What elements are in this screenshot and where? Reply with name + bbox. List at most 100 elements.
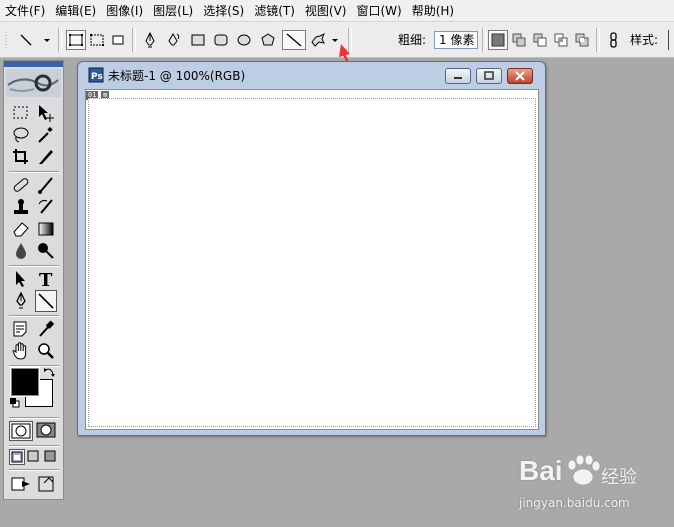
swap-colors-icon[interactable] (43, 366, 55, 378)
document-canvas-area[interactable]: 01 ⊠ (85, 89, 539, 430)
custom-shape-icon[interactable] (308, 30, 328, 50)
photoshop-document-icon: Ps (88, 67, 104, 83)
eraser-tool-icon[interactable] (10, 218, 32, 240)
freeform-pen-icon[interactable] (164, 30, 184, 50)
dodge-tool-icon[interactable] (35, 240, 57, 262)
standard-screen-mode-icon[interactable] (9, 449, 25, 465)
line-shape-icon[interactable] (282, 30, 306, 50)
menu-select[interactable]: 选择(S) (198, 1, 249, 21)
create-new-shape-area-icon[interactable] (488, 30, 508, 50)
menu-help[interactable]: 帮助(H) (407, 1, 459, 21)
close-icon (515, 71, 525, 81)
menu-image[interactable]: 图像(I) (101, 1, 148, 21)
shape-layers-icon[interactable] (66, 30, 86, 50)
move-tool-icon[interactable] (35, 102, 57, 124)
tool-preset-line-icon[interactable] (16, 30, 36, 50)
menu-bar: 文件(F) 编辑(E) 图像(I) 图层(L) 选择(S) 滤镜(T) 视图(V… (0, 0, 674, 22)
gradient-tool-icon[interactable] (35, 218, 57, 240)
app-logo-icon[interactable] (6, 69, 61, 97)
svg-text:T: T (39, 270, 53, 290)
intersect-shape-area-icon[interactable] (551, 30, 571, 50)
jump-to-imageready-icon[interactable] (10, 473, 34, 495)
add-shape-area-icon[interactable] (509, 30, 529, 50)
options-separator (482, 28, 486, 52)
menu-layer[interactable]: 图层(L) (148, 1, 198, 21)
link-chain-icon[interactable] (604, 30, 624, 50)
history-brush-icon[interactable] (35, 196, 57, 218)
crop-tool-icon[interactable] (10, 146, 32, 168)
baidu-paw-icon (567, 455, 601, 486)
menu-window[interactable]: 窗口(W) (351, 1, 406, 21)
blur-tool-icon[interactable] (10, 240, 32, 262)
document-canvas[interactable] (88, 98, 536, 427)
document-window: Ps 未标题-1 @ 100%(RGB) 01 ⊠ (77, 61, 546, 436)
brush-tool-icon[interactable] (35, 174, 57, 196)
eyedropper-tool-icon[interactable] (35, 318, 57, 340)
notes-tool-icon[interactable] (10, 318, 32, 340)
toolbox-separator (9, 445, 59, 447)
pen-tool-icon[interactable] (140, 30, 160, 50)
polygon-shape-icon[interactable] (258, 30, 278, 50)
document-titlebar[interactable]: Ps 未标题-1 @ 100%(RGB) (78, 62, 545, 88)
maximize-button[interactable] (476, 68, 502, 84)
toolbox-separator (9, 265, 59, 267)
svg-text:Ps: Ps (91, 72, 103, 82)
fill-pixels-icon[interactable] (108, 30, 128, 50)
line-tool-icon[interactable] (35, 290, 57, 312)
tool-preset-dropdown-icon[interactable] (42, 30, 52, 50)
foreground-color-swatch[interactable] (11, 368, 39, 396)
paths-icon[interactable] (87, 30, 107, 50)
magic-wand-icon[interactable] (35, 124, 57, 146)
options-separator (596, 28, 600, 52)
watermark-brand: Bai (519, 455, 563, 486)
style-label-text: 样式: (630, 33, 659, 47)
standard-mode-icon[interactable] (9, 421, 33, 441)
rounded-rectangle-icon[interactable] (211, 30, 231, 50)
toolbox-panel: T (3, 60, 64, 500)
imageready-icon[interactable] (36, 473, 58, 495)
lasso-tool-icon[interactable] (10, 124, 32, 146)
marquee-tool-icon[interactable] (10, 102, 32, 124)
options-separator (58, 28, 62, 52)
pen-tool-icon[interactable] (10, 290, 32, 312)
maximize-icon (484, 71, 494, 80)
style-swatch-picker[interactable] (668, 30, 674, 50)
menu-file[interactable]: 文件(F) (0, 1, 50, 21)
slice-tool-icon[interactable] (35, 146, 57, 168)
clone-stamp-icon[interactable] (10, 196, 32, 218)
menu-view[interactable]: 视图(V) (300, 1, 352, 21)
toolbox-separator (9, 171, 59, 173)
minimize-button[interactable] (445, 68, 471, 84)
weight-input[interactable]: 1 像素 (434, 31, 478, 49)
options-separator (132, 28, 136, 52)
weight-label-text: 粗细: (398, 33, 427, 47)
toolbox-separator (9, 315, 59, 317)
exclude-shape-area-icon[interactable] (572, 30, 592, 50)
options-grip-icon (4, 30, 10, 50)
path-selection-icon[interactable] (10, 268, 32, 290)
document-title: 未标题-1 @ 100%(RGB) (108, 69, 246, 83)
full-screen-menu-mode-icon[interactable] (26, 449, 42, 465)
weight-label: 粗细: (398, 30, 426, 50)
toolbox-separator (9, 417, 59, 419)
watermark-url: jingyan.baidu.com (519, 496, 630, 510)
style-label: 样式: (630, 30, 658, 50)
quick-mask-mode-icon[interactable] (35, 421, 59, 441)
full-screen-mode-icon[interactable] (43, 449, 59, 465)
toolbox-header[interactable] (4, 61, 63, 67)
menu-filter[interactable]: 滤镜(T) (249, 1, 300, 21)
menu-edit[interactable]: 编辑(E) (50, 1, 101, 21)
zoom-tool-icon[interactable] (35, 340, 57, 362)
baidu-jingyan-watermark: Bai 经验 jingyan.baidu.com (519, 455, 669, 525)
rectangle-shape-icon[interactable] (188, 30, 208, 50)
watermark-jingyan: 经验 (601, 467, 637, 488)
subtract-shape-area-icon[interactable] (530, 30, 550, 50)
healing-brush-icon[interactable] (10, 174, 32, 196)
ellipse-shape-icon[interactable] (234, 30, 254, 50)
close-button[interactable] (507, 68, 533, 84)
type-tool-icon[interactable]: T (35, 268, 57, 290)
hand-tool-icon[interactable] (10, 340, 32, 362)
minimize-icon (454, 77, 462, 79)
default-colors-icon[interactable] (10, 398, 20, 408)
toolbox-separator (9, 469, 59, 471)
